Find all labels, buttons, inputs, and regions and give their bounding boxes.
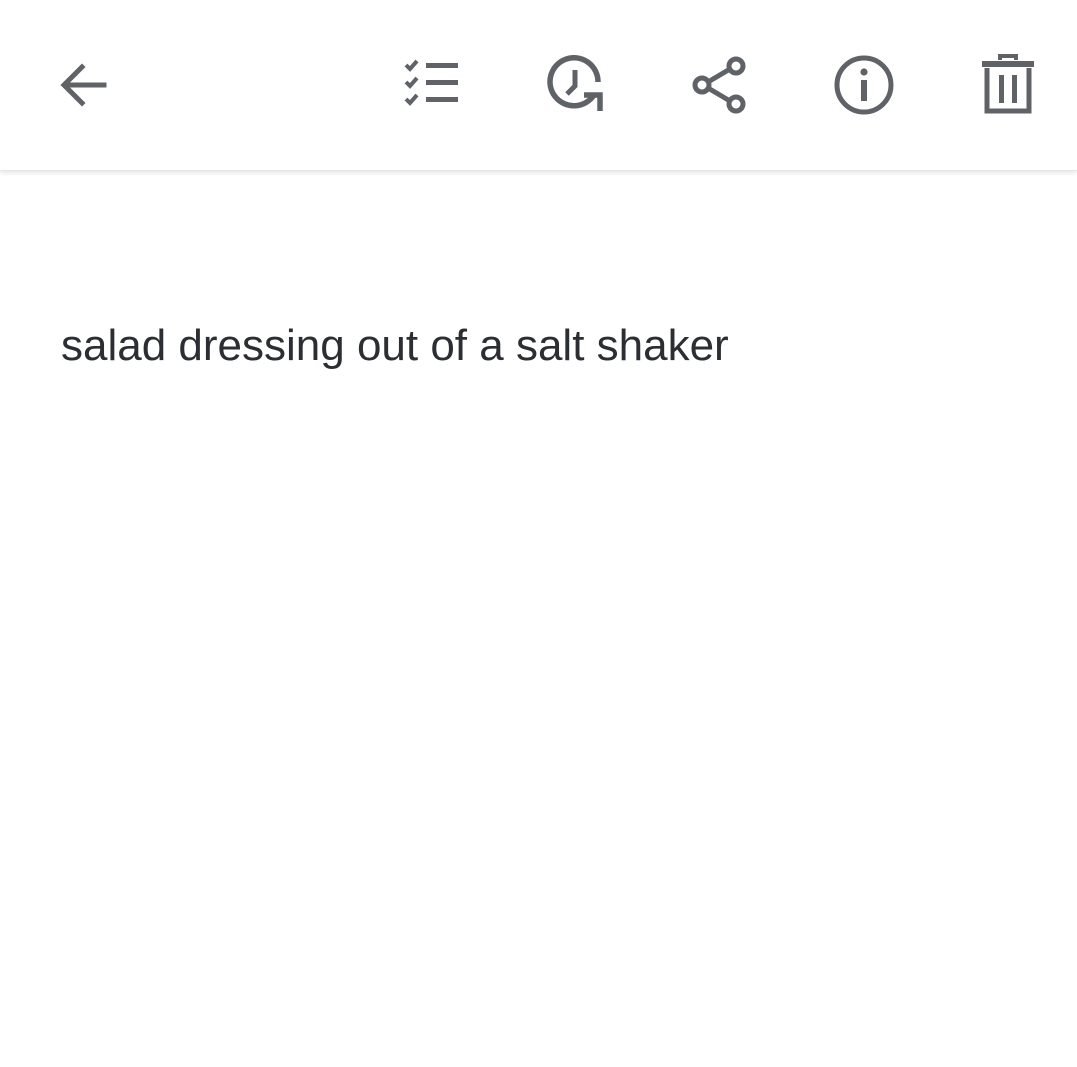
checklist-button[interactable] xyxy=(390,43,474,127)
arrow-back-icon xyxy=(60,63,107,107)
reminder-clock-icon xyxy=(547,55,603,111)
share-button[interactable] xyxy=(678,43,762,127)
note-editor-screen: salad dressing out of a salt shaker xyxy=(0,0,1077,1067)
checklist-icon xyxy=(404,59,458,106)
top-toolbar xyxy=(0,0,1077,171)
delete-button[interactable] xyxy=(966,43,1050,127)
share-icon xyxy=(692,56,746,114)
info-button[interactable] xyxy=(822,43,906,127)
back-button[interactable] xyxy=(42,43,126,127)
note-text[interactable]: salad dressing out of a salt shaker xyxy=(61,312,1021,380)
reminder-button[interactable] xyxy=(534,43,618,127)
trash-icon xyxy=(982,54,1034,114)
info-icon xyxy=(834,55,894,115)
